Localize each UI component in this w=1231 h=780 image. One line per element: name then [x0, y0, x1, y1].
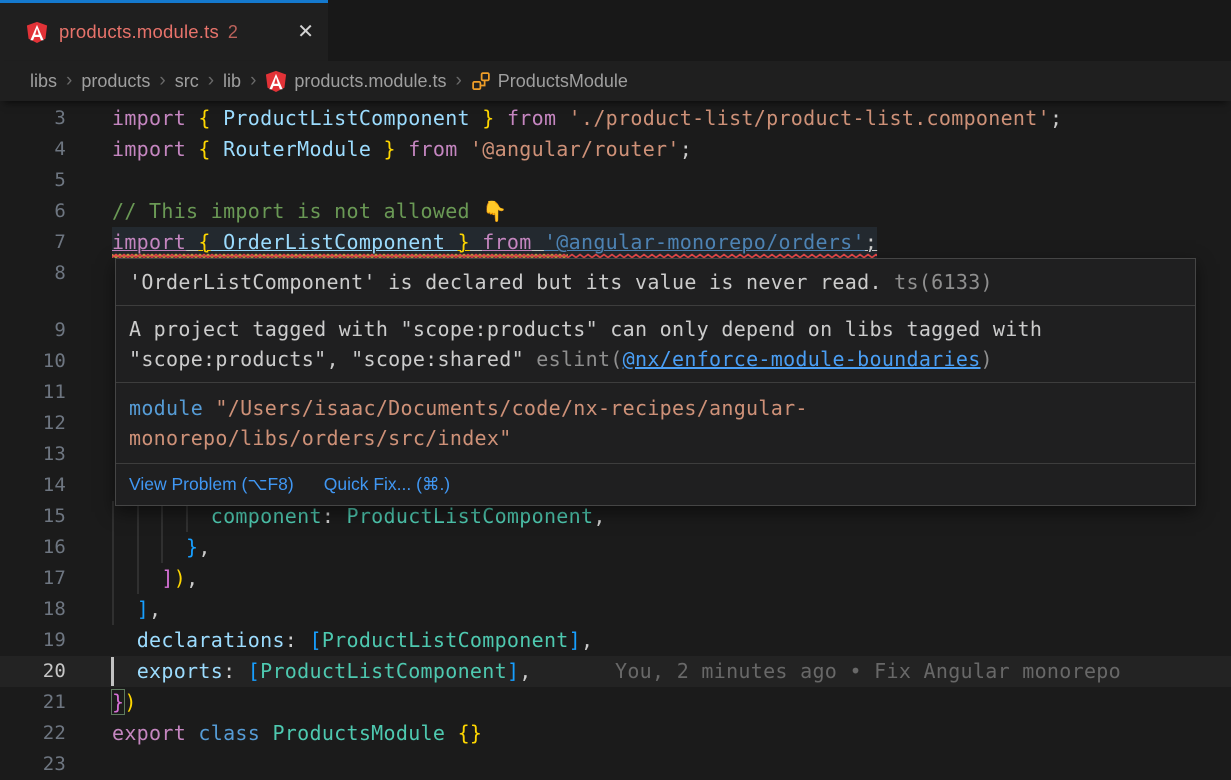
hover-text: [203, 396, 215, 420]
breadcrumb-separator: ›: [455, 70, 461, 92]
line-number: 3: [0, 103, 66, 134]
line-number: 6: [0, 196, 66, 227]
breadcrumb-label: products: [81, 71, 150, 92]
line-number: 4: [0, 134, 66, 165]
breadcrumb-item-libs[interactable]: libs: [30, 71, 57, 92]
breadcrumb-separator: ›: [66, 70, 72, 92]
line-number: 22: [0, 718, 66, 749]
code-line-18[interactable]: 18 ],: [0, 594, 1231, 625]
line-number: 18: [0, 594, 66, 625]
breadcrumb: libs › products › src › lib › products.module.ts…: [0, 61, 1231, 101]
angular-icon: [26, 21, 48, 43]
code-line-3[interactable]: 3 import { ProductListComponent } from '.…: [0, 103, 1231, 134]
eslint-rule-link[interactable]: @nx/enforce-module-boundaries: [623, 347, 981, 371]
breadcrumb-label: lib: [223, 71, 241, 92]
class-icon: [471, 71, 491, 91]
line-number: 13: [0, 439, 66, 470]
hover-text: [882, 270, 894, 294]
code-line-17[interactable]: 17 ]),: [0, 563, 1231, 594]
code-text: export class ProductsModule {}: [112, 718, 482, 749]
code-line-5[interactable]: 5: [0, 165, 1231, 196]
line-number: 7: [0, 227, 66, 258]
line-number: 16: [0, 532, 66, 563]
tab-bar: products.module.ts 2 ✕: [0, 0, 1231, 61]
hover-section-module-path: module "/Users/isaac/Documents/code/nx-r…: [116, 383, 1195, 464]
line-number: 11: [0, 377, 66, 408]
hover-popup: 'OrderListComponent' is declared but its…: [115, 258, 1196, 506]
code-text: import { RouterModule } from '@angular/r…: [112, 134, 692, 165]
code-text: ],: [112, 594, 161, 625]
line-number: 5: [0, 165, 66, 196]
code-text: // This import is not allowed 👇: [112, 196, 507, 227]
code-text: },: [112, 532, 211, 563]
code-text: ]),: [112, 563, 198, 594]
breadcrumb-label: libs: [30, 71, 57, 92]
line-number: 21: [0, 687, 66, 718]
hover-actions: View Problem (⌥F8) Quick Fix... (⌘.): [116, 464, 1195, 505]
breadcrumb-item-src[interactable]: src: [175, 71, 199, 92]
breadcrumb-item-products[interactable]: products: [81, 71, 150, 92]
code-text: declarations: [ProductListComponent],: [112, 625, 593, 656]
tab-title: products.module.ts: [59, 21, 219, 43]
tab-problem-count: 2: [228, 22, 238, 43]
breadcrumb-separator: ›: [250, 70, 256, 92]
line-number: 10: [0, 346, 66, 377]
line-number: 8: [0, 258, 66, 289]
hover-section-ts-message: 'OrderListComponent' is declared but its…: [116, 259, 1195, 306]
code-line-19[interactable]: 19 declarations: [ProductListComponent],: [0, 625, 1231, 656]
line-number: 17: [0, 563, 66, 594]
text-cursor: [111, 657, 114, 686]
breadcrumb-separator: ›: [208, 70, 214, 92]
line-number: 20: [0, 656, 66, 687]
line-number: 9: [0, 315, 66, 346]
hover-action-quick[interactable]: Quick Fix... (⌘.): [324, 472, 450, 497]
close-icon[interactable]: ✕: [297, 22, 314, 42]
hover-section-eslint-message: A project tagged with "scope:products" c…: [116, 306, 1195, 383]
code-line-20[interactable]: 20 exports: [ProductListComponent], You, …: [0, 656, 1231, 687]
line-number: 23: [0, 749, 66, 780]
hover-text: ): [981, 347, 993, 371]
hover-sections: 'OrderListComponent' is declared but its…: [116, 259, 1195, 464]
code-text: }): [112, 687, 137, 718]
hover-text: module: [129, 396, 203, 420]
hover-text: eslint(: [536, 347, 622, 371]
code-text: import { ProductListComponent } from './…: [112, 103, 1062, 134]
code-line-16[interactable]: 16 },: [0, 532, 1231, 563]
line-number: 15: [0, 501, 66, 532]
breadcrumb-item-ProductsModule[interactable]: ProductsModule: [471, 71, 628, 92]
code-line-21[interactable]: 21}): [0, 687, 1231, 718]
code-text: exports: [ProductListComponent],: [112, 656, 532, 687]
hover-text: ts(6133): [894, 270, 993, 294]
line-number: 14: [0, 470, 66, 501]
breadcrumb-label: ProductsModule: [498, 71, 628, 92]
line-number: 12: [0, 408, 66, 439]
code-line-7[interactable]: 7import { OrderListComponent } from '@an…: [0, 227, 1231, 258]
breadcrumb-label: src: [175, 71, 199, 92]
breadcrumb-item-products.module.ts[interactable]: products.module.ts: [265, 70, 446, 92]
git-blame-annotation: You, 2 minutes ago • Fix Angular monorep…: [615, 656, 1121, 687]
breadcrumb-label: products.module.ts: [294, 71, 446, 92]
hover-text: 'OrderListComponent' is declared but its…: [129, 270, 882, 294]
breadcrumb-item-lib[interactable]: lib: [223, 71, 241, 92]
code-line-4[interactable]: 4 import { RouterModule } from '@angular/…: [0, 134, 1231, 165]
code-line-6[interactable]: 6 // This import is not allowed 👇: [0, 196, 1231, 227]
breadcrumb-separator: ›: [159, 70, 165, 92]
angular-icon: [265, 70, 287, 92]
line-number: 19: [0, 625, 66, 656]
hover-action-view[interactable]: View Problem (⌥F8): [129, 472, 294, 497]
hover-text: "/Users/isaac/Documents/code/nx-recipes/…: [129, 396, 808, 450]
tab-products-module[interactable]: products.module.ts 2 ✕: [0, 0, 328, 61]
code-line-23[interactable]: 23: [0, 749, 1231, 780]
code-line-22[interactable]: 22 export class ProductsModule {}: [0, 718, 1231, 749]
